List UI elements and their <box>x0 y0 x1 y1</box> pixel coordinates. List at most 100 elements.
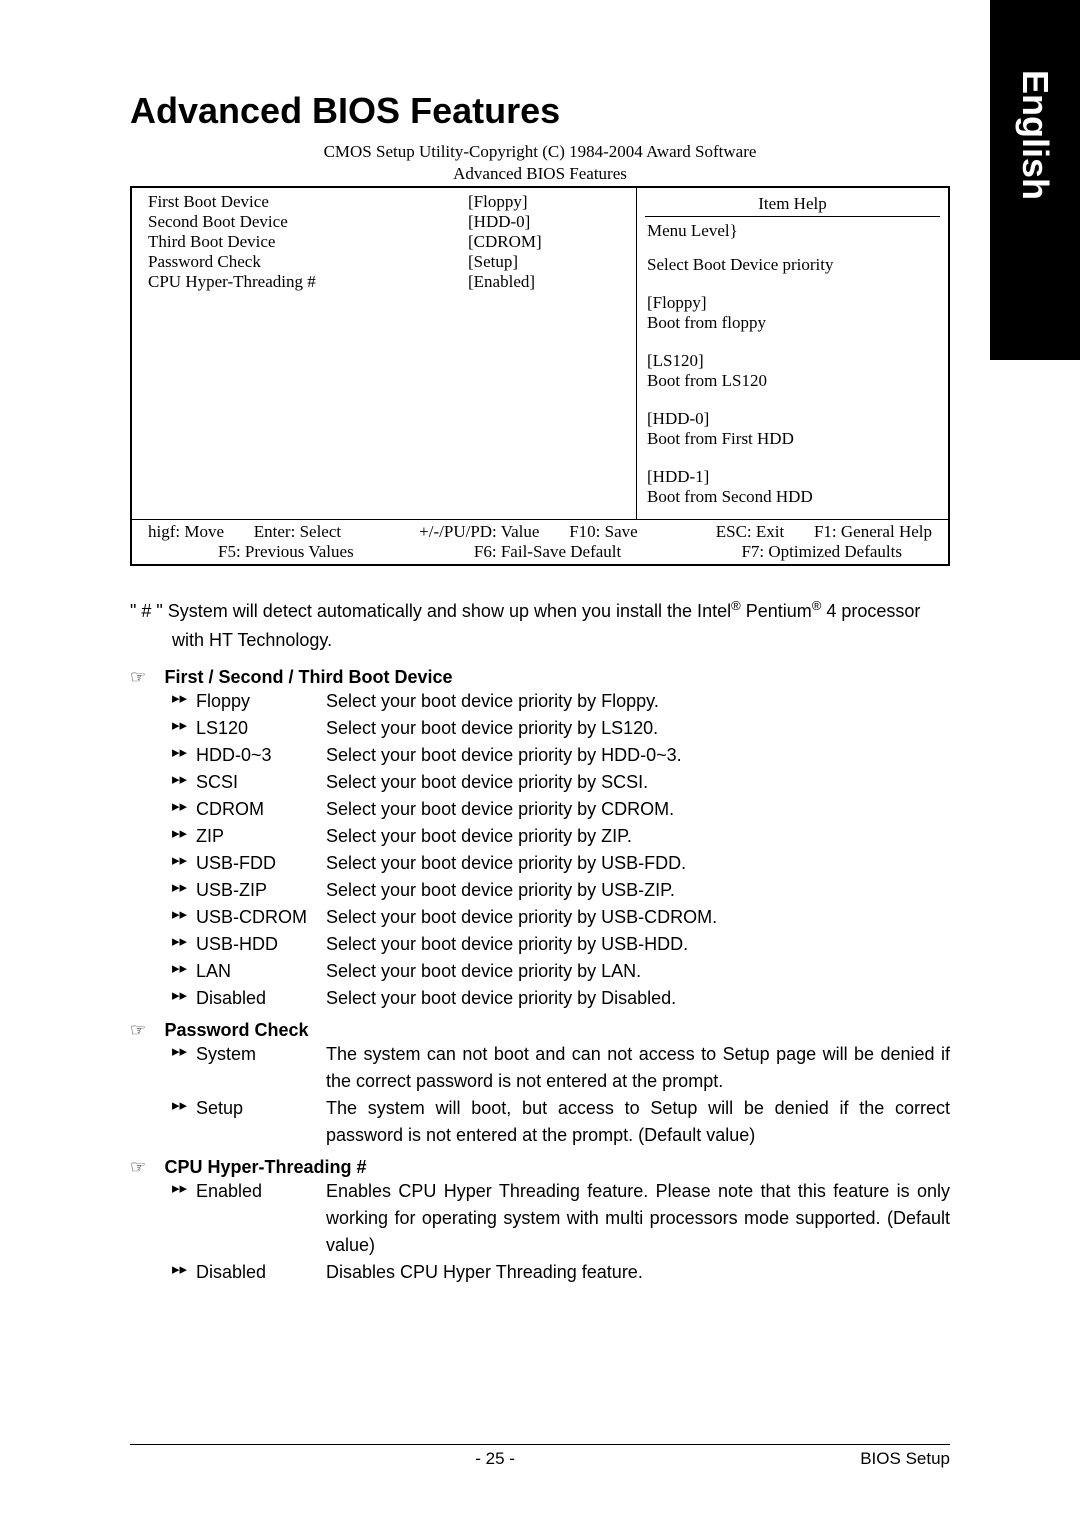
double-arrow-icon: ▸▸ <box>172 1178 196 1259</box>
footer-section-label: BIOS Setup <box>860 1449 950 1469</box>
option-desc: Select your boot device priority by ZIP. <box>326 823 950 850</box>
option-name: LS120 <box>196 715 326 742</box>
help-item: [LS120] Boot from LS120 <box>647 351 938 391</box>
setting-row: Third Boot Device [CDROM] <box>148 232 620 252</box>
option-desc: Select your boot device priority by SCSI… <box>326 769 950 796</box>
option-name: System <box>196 1041 326 1095</box>
setting-value: [Setup] <box>468 252 518 272</box>
option-desc: Enables CPU Hyper Threading feature. Ple… <box>326 1178 950 1259</box>
double-arrow-icon: ▸▸ <box>172 1259 196 1286</box>
option-name: LAN <box>196 958 326 985</box>
setting-label: CPU Hyper-Threading # <box>148 272 468 292</box>
setting-value: [Floppy] <box>468 192 528 212</box>
help-item-desc: Boot from LS120 <box>647 371 938 391</box>
help-item: [Floppy] Boot from floppy <box>647 293 938 333</box>
option-name: USB-HDD <box>196 931 326 958</box>
double-arrow-icon: ▸▸ <box>172 958 196 985</box>
option-name: Setup <box>196 1095 326 1149</box>
setting-label: First Boot Device <box>148 192 468 212</box>
option-desc: Disables CPU Hyper Threading feature. <box>326 1259 950 1286</box>
page-number: - 25 - <box>475 1449 515 1469</box>
help-item-tag: [HDD-1] <box>647 467 938 487</box>
option-name: USB-ZIP <box>196 877 326 904</box>
help-item-desc: Boot from floppy <box>647 313 938 333</box>
option-name: Disabled <box>196 985 326 1012</box>
footer-key: +/-/PU/PD: Value F10: Save <box>419 522 638 542</box>
footer-key: ESC: Exit F1: General Help <box>716 522 932 542</box>
help-item-tag: [Floppy] <box>647 293 938 313</box>
option-desc: Select your boot device priority by USB-… <box>326 877 950 904</box>
setting-row: Password Check [Setup] <box>148 252 620 272</box>
item-help-title: Item Help <box>645 192 940 217</box>
bios-copyright: CMOS Setup Utility-Copyright (C) 1984-20… <box>130 142 950 162</box>
hash-note: " # " System will detect automatically a… <box>130 596 950 655</box>
option-name: ZIP <box>196 823 326 850</box>
option-desc: Select your boot device priority by USB-… <box>326 904 950 931</box>
option-desc: Select your boot device priority by CDRO… <box>326 796 950 823</box>
setting-label: Third Boot Device <box>148 232 468 252</box>
double-arrow-icon: ▸▸ <box>172 904 196 931</box>
option-row: ▸▸USB-ZIPSelect your boot device priorit… <box>172 877 950 904</box>
option-row: ▸▸SetupThe system will boot, but access … <box>172 1095 950 1149</box>
option-name: SCSI <box>196 769 326 796</box>
option-row: ▸▸USB-CDROMSelect your boot device prior… <box>172 904 950 931</box>
item-help-body: Menu Level} Select Boot Device priority … <box>645 217 940 515</box>
help-item-tag: [LS120] <box>647 351 938 371</box>
option-list: ▸▸EnabledEnables CPU Hyper Threading fea… <box>172 1178 950 1286</box>
option-row: ▸▸ZIPSelect your boot device priority by… <box>172 823 950 850</box>
option-row: ▸▸SystemThe system can not boot and can … <box>172 1041 950 1095</box>
option-row: ▸▸HDD-0~3Select your boot device priorit… <box>172 742 950 769</box>
option-name: Enabled <box>196 1178 326 1259</box>
option-name: USB-CDROM <box>196 904 326 931</box>
double-arrow-icon: ▸▸ <box>172 823 196 850</box>
footer-key: F7: Optimized Defaults <box>741 542 932 562</box>
option-list: ▸▸FloppySelect your boot device priority… <box>172 688 950 1012</box>
footer-key: higf: Move Enter: Select <box>148 522 341 542</box>
setting-value: [CDROM] <box>468 232 542 252</box>
help-item: [HDD-0] Boot from First HDD <box>647 409 938 449</box>
option-row: ▸▸DisabledDisables CPU Hyper Threading f… <box>172 1259 950 1286</box>
page-footer: - 25 - BIOS Setup <box>130 1444 950 1469</box>
option-name: USB-FDD <box>196 850 326 877</box>
bios-screen-title: Advanced BIOS Features <box>130 164 950 184</box>
option-desc: The system will boot, but access to Setu… <box>326 1095 950 1149</box>
double-arrow-icon: ▸▸ <box>172 850 196 877</box>
option-list: ▸▸SystemThe system can not boot and can … <box>172 1041 950 1149</box>
section-heading: Password Check <box>164 1020 308 1040</box>
option-desc: Select your boot device priority by USB-… <box>326 850 950 877</box>
hand-icon: ☞ <box>130 1157 160 1178</box>
bios-settings-box: First Boot Device [Floppy] Second Boot D… <box>130 186 950 566</box>
double-arrow-icon: ▸▸ <box>172 985 196 1012</box>
bios-settings-list: First Boot Device [Floppy] Second Boot D… <box>132 188 637 519</box>
footer-key: F6: Fail-Save Default <box>474 542 621 562</box>
option-row: ▸▸CDROMSelect your boot device priority … <box>172 796 950 823</box>
help-item-desc: Boot from Second HDD <box>647 487 938 507</box>
setting-label: Password Check <box>148 252 468 272</box>
hand-icon: ☞ <box>130 667 160 688</box>
option-row: ▸▸EnabledEnables CPU Hyper Threading fea… <box>172 1178 950 1259</box>
help-lead: Select Boot Device priority <box>647 255 938 275</box>
option-row: ▸▸SCSISelect your boot device priority b… <box>172 769 950 796</box>
setting-row: CPU Hyper-Threading # [Enabled] <box>148 272 620 292</box>
option-desc: Select your boot device priority by Flop… <box>326 688 950 715</box>
option-row: ▸▸LANSelect your boot device priority by… <box>172 958 950 985</box>
option-desc: Select your boot device priority by LS12… <box>326 715 950 742</box>
section-heading: CPU Hyper-Threading # <box>164 1157 366 1177</box>
option-row: ▸▸USB-HDDSelect your boot device priorit… <box>172 931 950 958</box>
option-row: ▸▸FloppySelect your boot device priority… <box>172 688 950 715</box>
setting-label: Second Boot Device <box>148 212 468 232</box>
setting-row: Second Boot Device [HDD-0] <box>148 212 620 232</box>
setting-value: [HDD-0] <box>468 212 530 232</box>
help-item-tag: [HDD-0] <box>647 409 938 429</box>
menu-level: Menu Level} <box>647 221 938 241</box>
option-desc: Select your boot device priority by HDD-… <box>326 742 950 769</box>
section-heading: First / Second / Third Boot Device <box>164 667 452 687</box>
option-name: CDROM <box>196 796 326 823</box>
option-row: ▸▸LS120Select your boot device priority … <box>172 715 950 742</box>
double-arrow-icon: ▸▸ <box>172 769 196 796</box>
setting-value: [Enabled] <box>468 272 535 292</box>
option-name: HDD-0~3 <box>196 742 326 769</box>
double-arrow-icon: ▸▸ <box>172 877 196 904</box>
hand-icon: ☞ <box>130 1020 160 1041</box>
footer-key: F5: Previous Values <box>148 542 354 562</box>
